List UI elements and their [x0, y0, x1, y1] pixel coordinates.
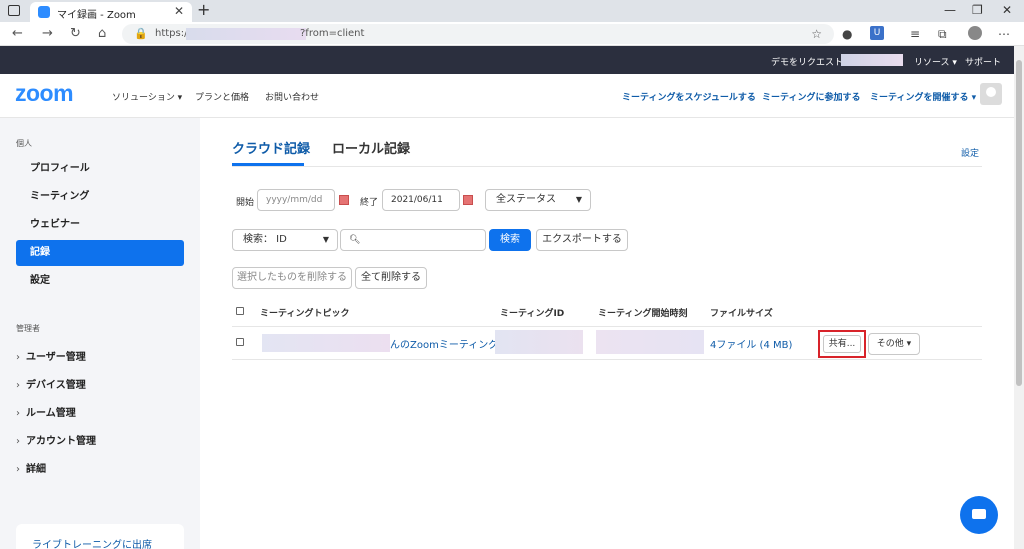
redacted-meeting-id	[495, 330, 583, 354]
share-button[interactable]: 共有...	[823, 335, 861, 353]
chat-bubble-icon[interactable]	[960, 496, 998, 534]
col-file-size: ファイルサイズ	[710, 309, 773, 319]
chevron-right-icon: ›	[16, 464, 20, 475]
close-window-icon[interactable]: ✕	[1002, 3, 1012, 17]
browser-tab[interactable]: マイ録画 - Zoom ✕	[30, 2, 192, 22]
request-demo-link[interactable]: デモをリクエスト	[771, 55, 843, 68]
calendar-icon[interactable]	[463, 195, 473, 205]
table-header-divider	[232, 326, 982, 327]
forward-icon[interactable]: →	[42, 26, 53, 41]
scrollbar-thumb[interactable]	[1016, 60, 1022, 386]
col-topic: ミーティングトピック	[260, 309, 350, 319]
nav-contact[interactable]: お問い合わせ	[265, 90, 319, 103]
host-meeting-link[interactable]: ミーティングを開催する ▾	[870, 90, 976, 103]
url-redacted	[186, 28, 306, 40]
recording-settings-link[interactable]: 設定	[961, 146, 979, 159]
delete-all-button[interactable]: 全て削除する	[355, 267, 427, 289]
sidebar-item-user-management[interactable]: › ユーザー管理	[16, 348, 86, 363]
extension-icon[interactable]: ●	[842, 27, 852, 41]
more-button[interactable]: その他 ▾	[868, 333, 920, 355]
sidebar-item-webinars[interactable]: ウェビナー	[16, 212, 184, 238]
chevron-right-icon: ›	[16, 408, 20, 419]
row-checkbox[interactable]	[236, 338, 244, 346]
window-menu-icon[interactable]	[8, 5, 20, 16]
collections-icon[interactable]: ⧉	[938, 27, 947, 42]
live-training-card[interactable]: ライブトレーニングに出席	[16, 524, 184, 549]
col-meeting-id: ミーティングID	[500, 309, 565, 319]
redacted-topic	[262, 334, 390, 352]
select-all-checkbox[interactable]	[236, 307, 244, 315]
nav-solutions[interactable]: ソリューション ▾	[112, 90, 182, 103]
join-meeting-link[interactable]: ミーティングに参加する	[762, 90, 860, 103]
col-start-time: ミーティング開始時刻	[598, 309, 688, 319]
browser-profile-icon[interactable]	[968, 26, 982, 40]
end-date-input[interactable]: 2021/06/11	[382, 189, 460, 211]
status-select[interactable]: 全ステータス ▼	[485, 189, 591, 211]
more-menu-icon[interactable]: ⋯	[998, 27, 1010, 41]
url-suffix: ?from=client	[300, 28, 365, 39]
support-link[interactable]: サポート	[965, 55, 1001, 68]
page-scrollbar[interactable]	[1014, 46, 1024, 549]
zoom-logo[interactable]: zoom	[15, 80, 74, 107]
sidebar-item-device-management[interactable]: › デバイス管理	[16, 376, 86, 391]
start-date-input[interactable]: yyyy/mm/dd	[257, 189, 335, 211]
start-label: 開始	[236, 198, 255, 208]
resources-menu[interactable]: リソース ▾	[914, 55, 957, 68]
admin-section-label: 管理者	[16, 324, 40, 333]
sidebar-item-settings[interactable]: 設定	[16, 268, 184, 294]
sidebar-item-meetings[interactable]: ミーティング	[16, 184, 184, 210]
avatar[interactable]	[980, 83, 1002, 105]
chevron-right-icon: ›	[16, 436, 20, 447]
extension-u-icon[interactable]: U	[870, 26, 884, 40]
lock-icon: 🔒	[134, 27, 148, 40]
row-divider	[232, 359, 982, 360]
sidebar-item-account-management[interactable]: › アカウント管理	[16, 432, 96, 447]
new-tab-icon[interactable]: +	[197, 0, 210, 19]
search-icon: 🔍︎	[349, 235, 361, 245]
end-label: 終了	[360, 198, 379, 208]
row-files-link[interactable]: 4ファイル (4 MB)	[710, 336, 792, 351]
close-tab-icon[interactable]: ✕	[174, 4, 184, 18]
reload-icon[interactable]: ↻	[70, 26, 81, 41]
personal-section-label: 個人	[16, 139, 32, 148]
nav-plans[interactable]: プランと価格	[195, 90, 249, 103]
redacted-phone	[841, 54, 903, 66]
export-button[interactable]: エクスポートする	[536, 229, 628, 251]
sidebar-item-advanced[interactable]: › 詳細	[16, 460, 46, 475]
chevron-down-icon: ▼	[575, 195, 582, 204]
share-highlight: 共有...	[818, 330, 866, 358]
zoom-header: zoom ソリューション ▾ プランと価格 お問い合わせ ミーティングをスケジュ…	[0, 74, 1014, 118]
search-input[interactable]: 🔍︎	[340, 229, 486, 251]
sidebar-item-profile[interactable]: プロフィール	[16, 156, 184, 182]
zoom-favicon-icon	[38, 6, 50, 18]
redacted-start-time	[596, 330, 704, 354]
zoom-topbar: デモをリクエスト リソース ▾ サポート	[0, 46, 1014, 74]
back-icon[interactable]: ←	[12, 26, 23, 41]
sidebar-item-recordings[interactable]: 記録	[16, 240, 184, 266]
tab-title: マイ録画 - Zoom	[57, 10, 136, 21]
calendar-icon[interactable]	[339, 195, 349, 205]
url-field[interactable]: 🔒 https:// ?from=client ☆	[122, 24, 834, 44]
delete-selected-button[interactable]: 選択したものを削除する	[232, 267, 352, 289]
sidebar-item-room-management[interactable]: › ルーム管理	[16, 404, 76, 419]
browser-tabbar: マイ録画 - Zoom ✕ + — ❐ ✕	[0, 0, 1024, 22]
tab-cloud-recordings[interactable]: クラウド記録	[232, 138, 310, 157]
favorite-star-icon[interactable]: ☆	[811, 27, 822, 41]
minimize-icon[interactable]: —	[944, 3, 956, 17]
home-icon[interactable]: ⌂	[98, 26, 106, 41]
search-type-select[interactable]: 検索： ID ▼	[232, 229, 338, 251]
chevron-right-icon: ›	[16, 352, 20, 363]
restore-icon[interactable]: ❐	[972, 3, 983, 17]
chevron-right-icon: ›	[16, 380, 20, 391]
favorites-icon[interactable]: ≡	[910, 27, 920, 41]
search-button[interactable]: 検索	[489, 229, 531, 251]
live-training-link[interactable]: ライブトレーニングに出席	[32, 536, 152, 549]
row-topic-link[interactable]: んのZoomミーティング	[390, 336, 498, 351]
tab-divider	[232, 166, 982, 167]
chevron-down-icon: ▼	[322, 235, 329, 244]
schedule-meeting-link[interactable]: ミーティングをスケジュールする	[622, 90, 756, 103]
tab-local-recordings[interactable]: ローカル記録	[332, 138, 410, 157]
